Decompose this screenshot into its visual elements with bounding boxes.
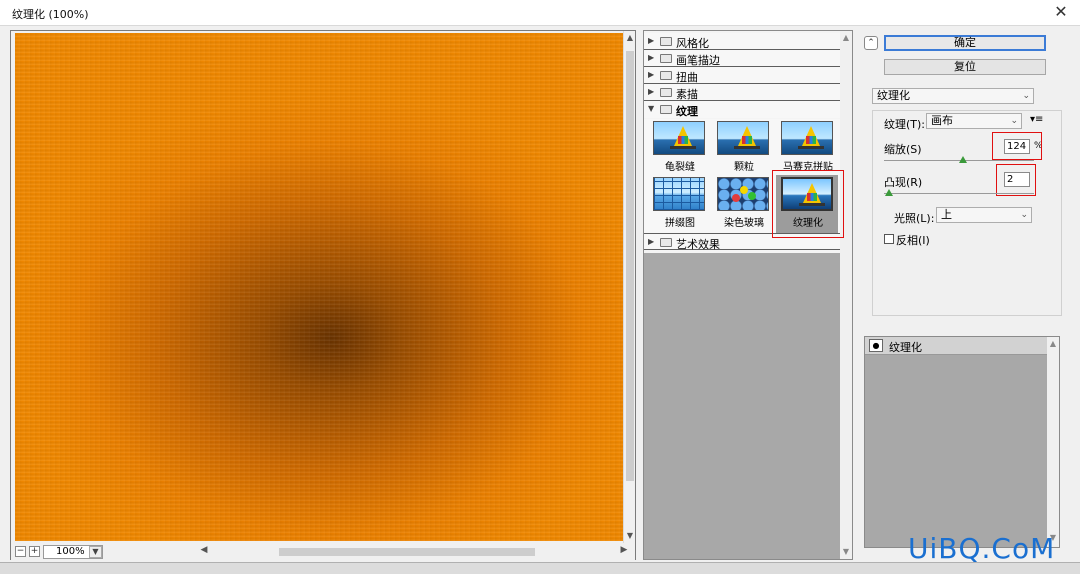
filter-list-empty-area bbox=[644, 253, 840, 559]
filter-select[interactable]: 纹理化 ⌄ bbox=[872, 88, 1034, 104]
folder-icon bbox=[660, 37, 672, 46]
light-select-value: 上 bbox=[941, 208, 952, 221]
thumbnail-label: 颗粒 bbox=[734, 162, 754, 173]
preview-horizontal-scrollbar[interactable]: ◀ ▶ bbox=[199, 545, 629, 558]
texture-select[interactable]: 画布 ⌄ bbox=[926, 113, 1022, 129]
texture-label: 纹理(T): bbox=[884, 118, 926, 131]
reset-button[interactable]: 复位 bbox=[884, 59, 1046, 75]
filter-gallery-panel: ▶ 风格化 ▶ 画笔描边 ▶ 扭曲 ▶ 素描 ▼ 纹理 龟裂缝 颗粒 马赛克拼贴… bbox=[643, 30, 853, 560]
scroll-left-icon[interactable]: ◀ bbox=[199, 545, 209, 555]
eye-icon[interactable]: ● bbox=[869, 339, 883, 352]
relief-slider-track[interactable] bbox=[884, 193, 1034, 194]
chevron-down-icon: ⌄ bbox=[1020, 210, 1028, 220]
effect-layers-panel: ● 纹理化 ▲ ▼ bbox=[864, 336, 1060, 548]
filter-thumb-craquelure[interactable]: 龟裂缝 bbox=[650, 121, 710, 173]
filter-list-scrollbar[interactable]: ▲ ▼ bbox=[840, 31, 852, 559]
category-label: 艺术效果 bbox=[676, 238, 720, 251]
highlight-box bbox=[996, 164, 1036, 196]
category-label: 纹理 bbox=[676, 105, 698, 118]
preview-bottom-bar: − + 100% ▼ ◀ ▶ bbox=[11, 543, 635, 560]
zoom-level-value: 100% bbox=[56, 546, 85, 557]
scaling-slider-knob[interactable] bbox=[959, 156, 967, 163]
scaling-label: 缩放(S) bbox=[884, 143, 922, 156]
collapse-triangle-icon[interactable]: ▼ bbox=[648, 104, 654, 113]
light-select[interactable]: 上 ⌄ bbox=[936, 207, 1032, 223]
scroll-up-icon[interactable]: ▲ bbox=[1047, 339, 1059, 348]
filter-thumb-grain[interactable]: 颗粒 bbox=[714, 121, 774, 173]
scroll-thumb[interactable] bbox=[279, 548, 535, 556]
category-label: 风格化 bbox=[676, 37, 709, 50]
effect-layer-label: 纹理化 bbox=[889, 341, 922, 354]
texture-menu-icon[interactable]: ▾≡ bbox=[1030, 114, 1043, 125]
filter-thumb-patchwork[interactable]: 拼缀图 bbox=[650, 177, 710, 229]
preview-pane: ▲ ▼ − + 100% ▼ ◀ ▶ bbox=[10, 30, 636, 560]
scroll-up-icon[interactable]: ▲ bbox=[840, 33, 852, 42]
category-distort[interactable]: ▶ 扭曲 bbox=[644, 67, 840, 84]
expand-triangle-icon[interactable]: ▶ bbox=[648, 36, 654, 45]
chevron-down-icon: ⌄ bbox=[1022, 91, 1030, 101]
filter-thumb-stained-glass[interactable]: 染色玻璃 bbox=[714, 177, 774, 229]
expand-triangle-icon[interactable]: ▶ bbox=[648, 70, 654, 79]
category-stylize[interactable]: ▶ 风格化 bbox=[644, 33, 840, 50]
folder-icon bbox=[660, 54, 672, 63]
category-label: 扭曲 bbox=[676, 71, 698, 84]
highlight-box bbox=[772, 170, 844, 238]
thumbnail-label: 染色玻璃 bbox=[724, 218, 764, 229]
filter-thumb-mosaic-tiles[interactable]: 马赛克拼贴 bbox=[778, 121, 838, 173]
watermark-logo: UiBQ.CoM bbox=[908, 532, 1056, 565]
effect-layer-row[interactable]: ● 纹理化 bbox=[865, 337, 1047, 355]
zoom-out-button[interactable]: − bbox=[15, 546, 26, 557]
open-folder-icon bbox=[660, 105, 672, 114]
preview-canvas[interactable] bbox=[15, 33, 623, 541]
filter-select-value: 纹理化 bbox=[877, 89, 910, 102]
texture-select-value: 画布 bbox=[931, 114, 953, 127]
thumbnail-image bbox=[717, 177, 769, 211]
folder-icon bbox=[660, 88, 672, 97]
relief-label: 凸现(R) bbox=[884, 176, 923, 189]
category-sketch[interactable]: ▶ 素描 bbox=[644, 84, 840, 101]
thumbnail-image bbox=[653, 121, 705, 155]
window-title: 纹理化 (100%) bbox=[12, 8, 89, 21]
effect-layers-scrollbar[interactable]: ▲ ▼ bbox=[1047, 337, 1059, 547]
preview-vertical-scrollbar[interactable]: ▲ ▼ bbox=[623, 31, 635, 543]
close-icon[interactable]: ✕ bbox=[1050, 2, 1072, 21]
folder-icon bbox=[660, 71, 672, 80]
category-label: 画笔描边 bbox=[676, 54, 720, 67]
ok-button[interactable]: 确定 bbox=[884, 35, 1046, 51]
category-brush-strokes[interactable]: ▶ 画笔描边 bbox=[644, 50, 840, 67]
collapse-gallery-icon[interactable]: ⌃ bbox=[864, 36, 878, 50]
thumbnail-image bbox=[781, 121, 833, 155]
thumbnail-label: 龟裂缝 bbox=[665, 162, 695, 173]
chevron-down-icon[interactable]: ▼ bbox=[89, 546, 102, 558]
folder-icon bbox=[660, 238, 672, 247]
scroll-thumb[interactable] bbox=[626, 51, 634, 481]
expand-triangle-icon[interactable]: ▶ bbox=[648, 53, 654, 62]
chevron-down-icon: ⌄ bbox=[1010, 116, 1018, 126]
zoom-in-button[interactable]: + bbox=[29, 546, 40, 557]
expand-triangle-icon[interactable]: ▶ bbox=[648, 87, 654, 96]
category-label: 素描 bbox=[676, 88, 698, 101]
highlight-box bbox=[992, 132, 1042, 160]
light-label: 光照(L): bbox=[894, 212, 935, 225]
scroll-up-icon[interactable]: ▲ bbox=[624, 33, 636, 42]
thumbnail-image bbox=[717, 121, 769, 155]
scroll-right-icon[interactable]: ▶ bbox=[619, 545, 629, 555]
scroll-down-icon[interactable]: ▼ bbox=[840, 547, 852, 556]
invert-checkbox[interactable] bbox=[884, 234, 894, 244]
scroll-down-icon[interactable]: ▼ bbox=[624, 531, 636, 540]
expand-triangle-icon[interactable]: ▶ bbox=[648, 237, 654, 246]
relief-slider-knob[interactable] bbox=[885, 189, 893, 196]
category-texture[interactable]: ▼ 纹理 bbox=[644, 101, 840, 118]
title-bar: 纹理化 (100%) ✕ bbox=[0, 0, 1080, 26]
invert-label: 反相(I) bbox=[896, 234, 930, 247]
thumbnail-label: 拼缀图 bbox=[665, 218, 695, 229]
thumbnail-image bbox=[653, 177, 705, 211]
